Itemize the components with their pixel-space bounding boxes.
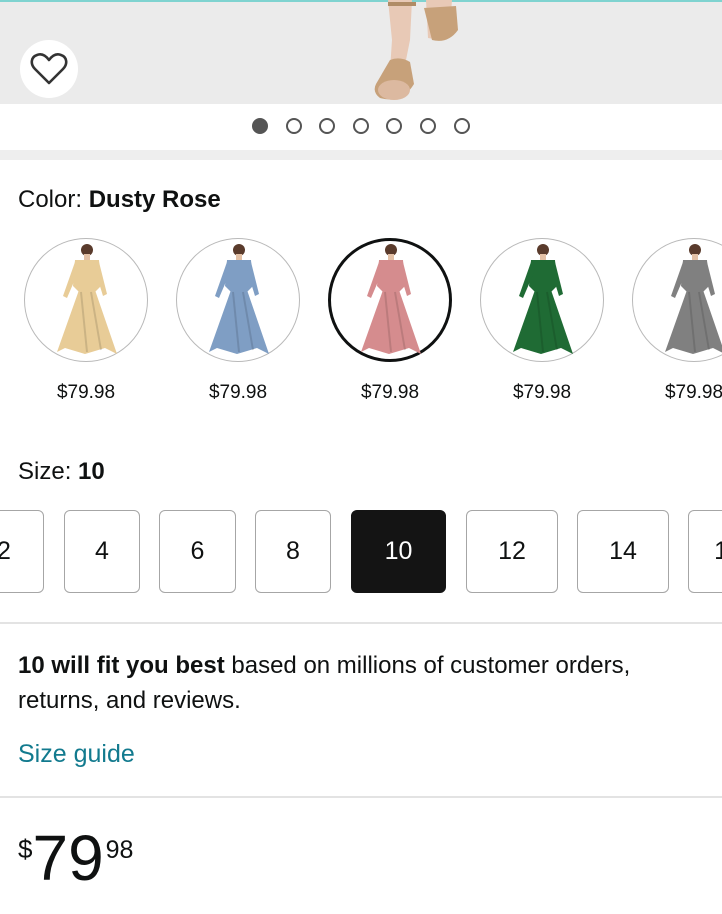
color-swatch[interactable]: $79.98 xyxy=(480,238,604,404)
product-image[interactable] xyxy=(0,0,722,104)
carousel-dot[interactable] xyxy=(352,118,369,134)
size-option-14[interactable]: 14 xyxy=(577,510,669,593)
section-separator xyxy=(0,150,722,160)
product-photo-shoes xyxy=(374,0,458,100)
size-option-16[interactable]: 16 xyxy=(688,510,722,593)
fit-recommendation-bold: 10 will fit you best xyxy=(18,652,225,679)
dress-thumbnail xyxy=(209,244,269,354)
color-swatch[interactable]: $79.98 xyxy=(176,238,300,404)
selected-size-value: 10 xyxy=(78,458,105,485)
swatch-image xyxy=(328,238,452,362)
size-label: Size: xyxy=(18,458,72,485)
color-swatch[interactable]: $79.98 xyxy=(24,238,148,404)
carousel-dot[interactable] xyxy=(252,118,268,134)
swatch-price: $79.98 xyxy=(208,382,268,403)
size-option-10[interactable]: 10 xyxy=(351,510,446,593)
size-option-12[interactable]: 12 xyxy=(466,510,558,593)
color-swatch[interactable]: $79.98 xyxy=(328,238,452,404)
size-option-8[interactable]: 8 xyxy=(255,510,331,593)
swatch-price: $79.98 xyxy=(512,382,572,403)
dress-thumbnail xyxy=(513,244,573,354)
price-currency: $ xyxy=(18,834,33,864)
carousel-dot[interactable] xyxy=(453,118,470,134)
divider xyxy=(0,622,722,624)
size-option-2[interactable]: 2 xyxy=(0,510,44,593)
divider xyxy=(0,796,722,798)
size-option-4[interactable]: 4 xyxy=(64,510,140,593)
price-fraction: 98 xyxy=(105,836,134,864)
color-label: Color: xyxy=(18,186,83,213)
color-swatch[interactable]: $79.98 xyxy=(632,238,722,404)
carousel-dot[interactable] xyxy=(419,118,436,134)
price-whole: 79 xyxy=(32,822,104,894)
swatch-price: $79.98 xyxy=(664,382,722,403)
dress-thumbnail xyxy=(361,244,421,354)
color-swatch-list: $79.98 $79.98 $79.98 $79.98 $79.98 xyxy=(24,238,722,418)
carousel-dot[interactable] xyxy=(319,118,336,134)
swatch-image xyxy=(176,238,300,362)
dress-thumbnail xyxy=(665,244,722,354)
size-option-list: 246810121416 xyxy=(0,510,722,594)
product-price: $ 79 98 xyxy=(18,826,133,906)
size-heading: Size: 10 xyxy=(18,458,105,486)
fit-recommendation: 10 will fit you best based on millions o… xyxy=(18,648,708,718)
carousel-dot[interactable] xyxy=(285,118,302,134)
size-option-6[interactable]: 6 xyxy=(159,510,236,593)
dress-thumbnail xyxy=(57,244,117,354)
swatch-image xyxy=(480,238,604,362)
heart-icon xyxy=(30,53,68,85)
color-heading: Color: Dusty Rose xyxy=(18,186,221,214)
swatch-price: $79.98 xyxy=(360,382,420,403)
wishlist-button[interactable] xyxy=(20,40,78,98)
carousel-dot[interactable] xyxy=(386,118,403,134)
size-guide-link[interactable]: Size guide xyxy=(18,740,135,769)
image-carousel-dots[interactable] xyxy=(252,118,470,134)
swatch-price: $79.98 xyxy=(56,382,116,403)
swatch-image xyxy=(632,238,722,362)
swatch-image xyxy=(24,238,148,362)
selected-color-name: Dusty Rose xyxy=(88,186,221,213)
